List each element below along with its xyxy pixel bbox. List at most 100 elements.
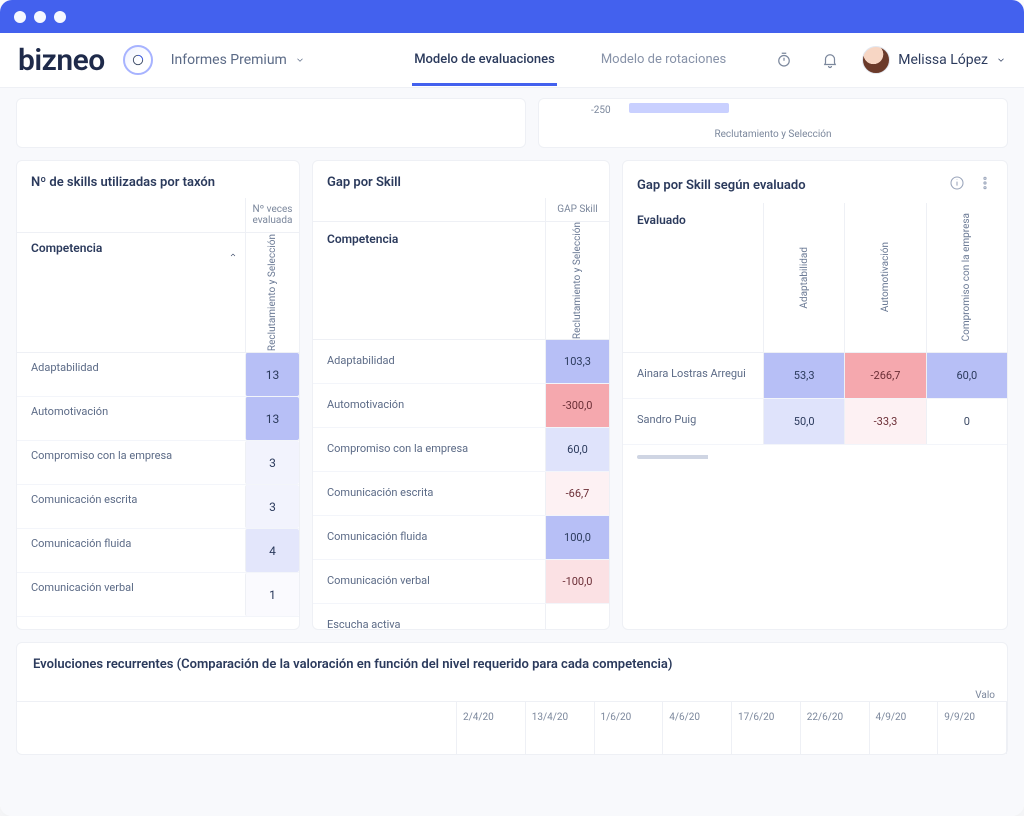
row-header-competencia[interactable]: Competencia — [31, 241, 102, 255]
table-row: Automotivación13 — [17, 397, 299, 441]
skill-count: 13 — [245, 397, 299, 440]
timer-icon[interactable] — [770, 46, 798, 74]
date-column: 9/9/20 — [938, 702, 1007, 754]
gap-value: -100,0 — [545, 560, 609, 603]
evaluado-name: Ainara Lostras Arregui — [623, 353, 763, 398]
table-row: Ainara Lostras Arregui53,3-266,760,0 — [623, 353, 1007, 399]
gap-value: 60,0 — [545, 428, 609, 471]
skill-label: Comunicación escrita — [17, 485, 245, 528]
evaluado-name: Sandro Puig — [623, 399, 763, 444]
gap-value: -266,7 — [844, 353, 925, 398]
window-control-minimize[interactable] — [34, 11, 46, 23]
gap-value: 50,0 — [763, 399, 844, 444]
top-partial-cards: -250 Reclutamiento y Selección — [16, 98, 1008, 148]
row-header-evaluado[interactable]: Evaluado — [623, 203, 763, 352]
reports-dropdown[interactable]: Informes Premium — [171, 52, 305, 68]
col-header-gap: GAP Skill — [545, 198, 609, 221]
card-title: Evoluciones recurrentes (Comparación de … — [17, 643, 1007, 686]
date-column: 1/6/20 — [595, 702, 664, 754]
chart-bar-segment — [629, 103, 729, 113]
top-nav: bizneo Informes Premium Modelo de evalua… — [0, 33, 1024, 88]
skill-label: Automotivación — [17, 397, 245, 440]
brand-logo: bizneo — [18, 43, 105, 78]
card-title: Nº de skills utilizadas por taxón — [31, 175, 215, 190]
info-icon[interactable] — [949, 175, 965, 195]
date-column: 4/9/20 — [870, 702, 939, 754]
module-icon — [123, 45, 153, 75]
more-icon[interactable] — [977, 175, 993, 195]
vertical-header: Reclutamiento y Selección — [267, 234, 278, 351]
table-row: Comunicación escrita-66,7 — [313, 472, 609, 516]
table-row: Compromiso con la empresa60,0 — [313, 428, 609, 472]
skill-label: Adaptabilidad — [17, 353, 245, 396]
skill-label: Comunicación fluida — [17, 529, 245, 572]
gap-value: -33,3 — [844, 399, 925, 444]
gap-value: 60,0 — [926, 353, 1007, 398]
reports-dropdown-label: Informes Premium — [171, 52, 287, 68]
table-row: Automotivación-300,0 — [313, 384, 609, 428]
card-gap-evaluado: Gap por Skill según evaluado Evaluado Ad… — [622, 160, 1008, 630]
card-title: Gap por Skill — [327, 175, 401, 190]
row-header-competencia[interactable]: Competencia — [327, 232, 398, 246]
date-column: 17/6/20 — [732, 702, 801, 754]
tab-rotaciones[interactable]: Modelo de rotaciones — [599, 48, 728, 86]
user-menu[interactable]: Melissa López — [862, 46, 1006, 74]
table-row: Comunicación verbal-100,0 — [313, 560, 609, 604]
window-control-close[interactable] — [14, 11, 26, 23]
chevron-down-icon — [996, 55, 1006, 65]
card-title: Gap por Skill según evaluado — [637, 178, 949, 193]
gap-value: 103,3 — [545, 340, 609, 383]
content-area: -250 Reclutamiento y Selección Nº de ski… — [0, 88, 1024, 816]
table-row: Comunicación verbal1 — [17, 573, 299, 617]
skill-label: Adaptabilidad — [313, 340, 545, 383]
column-header: Adaptabilidad — [799, 247, 810, 309]
skill-label: Compromiso con la empresa — [17, 441, 245, 484]
card-gap-por-skill: Gap por Skill GAP Skill Competencia Recl… — [312, 160, 610, 630]
skill-label: Escucha activa — [313, 604, 545, 630]
column-header: Automotivación — [880, 242, 891, 312]
skill-label: Comunicación escrita — [313, 472, 545, 515]
table-row: Sandro Puig50,0-33,30 — [623, 399, 1007, 445]
table-row: Adaptabilidad13 — [17, 353, 299, 397]
user-name: Melissa López — [898, 52, 988, 68]
card-evoluciones: Evoluciones recurrentes (Comparación de … — [16, 642, 1008, 755]
gap-value: 100,0 — [545, 516, 609, 559]
bell-icon[interactable] — [816, 46, 844, 74]
col-header-veces: Nº veces evaluada — [245, 198, 299, 232]
skill-label: Comunicación fluida — [313, 516, 545, 559]
skill-label: Automotivación — [313, 384, 545, 427]
skill-count: 3 — [245, 485, 299, 528]
sort-caret-icon — [229, 251, 237, 259]
column-header: Compromiso con la empresa — [961, 213, 972, 341]
chevron-down-icon — [295, 55, 305, 65]
skill-label: Comunicación verbal — [313, 560, 545, 603]
horizontal-scrollbar[interactable] — [637, 455, 993, 459]
table-row: Comunicación fluida4 — [17, 529, 299, 573]
skill-label: Compromiso con la empresa — [313, 428, 545, 471]
date-column: 22/6/20 — [801, 702, 870, 754]
window-titlebar — [0, 0, 1024, 33]
skill-count: 3 — [245, 441, 299, 484]
skill-count: 1 — [245, 573, 299, 616]
table-row: Comunicación escrita3 — [17, 485, 299, 529]
window-control-zoom[interactable] — [54, 11, 66, 23]
tab-evaluaciones[interactable]: Modelo de evaluaciones — [412, 48, 557, 86]
date-column: 13/4/20 — [526, 702, 595, 754]
app-window: bizneo Informes Premium Modelo de evalua… — [0, 0, 1024, 816]
partial-card-left — [16, 98, 526, 148]
gap-value: -300,0 — [545, 384, 609, 427]
table-row: Adaptabilidad103,3 — [313, 340, 609, 384]
value-header: Valo — [17, 686, 1007, 701]
table-row: Compromiso con la empresa3 — [17, 441, 299, 485]
date-column: 2/4/20 — [457, 702, 526, 754]
gap-value: 53,3 — [763, 353, 844, 398]
table-row: Escucha activa — [313, 604, 609, 630]
skill-count: 13 — [245, 353, 299, 396]
partial-chart-card: -250 Reclutamiento y Selección — [538, 98, 1008, 148]
card-skills-por-taxon: Nº de skills utilizadas por taxón Nº vec… — [16, 160, 300, 630]
skill-count: 4 — [245, 529, 299, 572]
table-row: Comunicación fluida100,0 — [313, 516, 609, 560]
vertical-header: Reclutamiento y Selección — [572, 222, 583, 339]
avatar — [862, 46, 890, 74]
chart-axis-tick: -250 — [591, 105, 611, 116]
